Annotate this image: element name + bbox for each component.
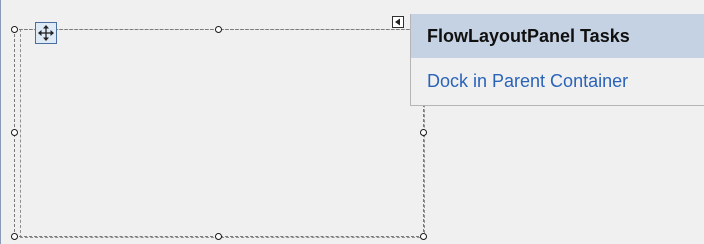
move-glyph[interactable] <box>35 22 57 44</box>
form-edge <box>0 0 1 244</box>
selection-handle-top-center[interactable] <box>215 26 222 33</box>
smart-tag-header: FlowLayoutPanel Tasks <box>411 14 704 58</box>
selection-handle-top-left[interactable] <box>11 26 18 33</box>
selection-handle-bottom-right[interactable] <box>420 233 427 240</box>
smart-tag-body: Dock in Parent Container <box>411 58 704 104</box>
smart-tag-button[interactable] <box>392 16 404 28</box>
move-arrows-icon <box>38 25 54 41</box>
designer-surface: FlowLayoutPanel Tasks Dock in Parent Con… <box>0 0 704 244</box>
dock-in-parent-container-link[interactable]: Dock in Parent Container <box>427 71 628 92</box>
selection-handle-bottom-center[interactable] <box>215 233 222 240</box>
selection-handle-bottom-left[interactable] <box>11 233 18 240</box>
smart-tag-panel: FlowLayoutPanel Tasks Dock in Parent Con… <box>410 14 704 106</box>
smart-tag-title: FlowLayoutPanel Tasks <box>427 25 630 46</box>
selection-handle-middle-right[interactable] <box>420 129 427 136</box>
flowlayoutpanel-control[interactable] <box>20 29 425 238</box>
selection-handle-middle-left[interactable] <box>11 129 18 136</box>
triangle-left-icon <box>395 18 400 26</box>
